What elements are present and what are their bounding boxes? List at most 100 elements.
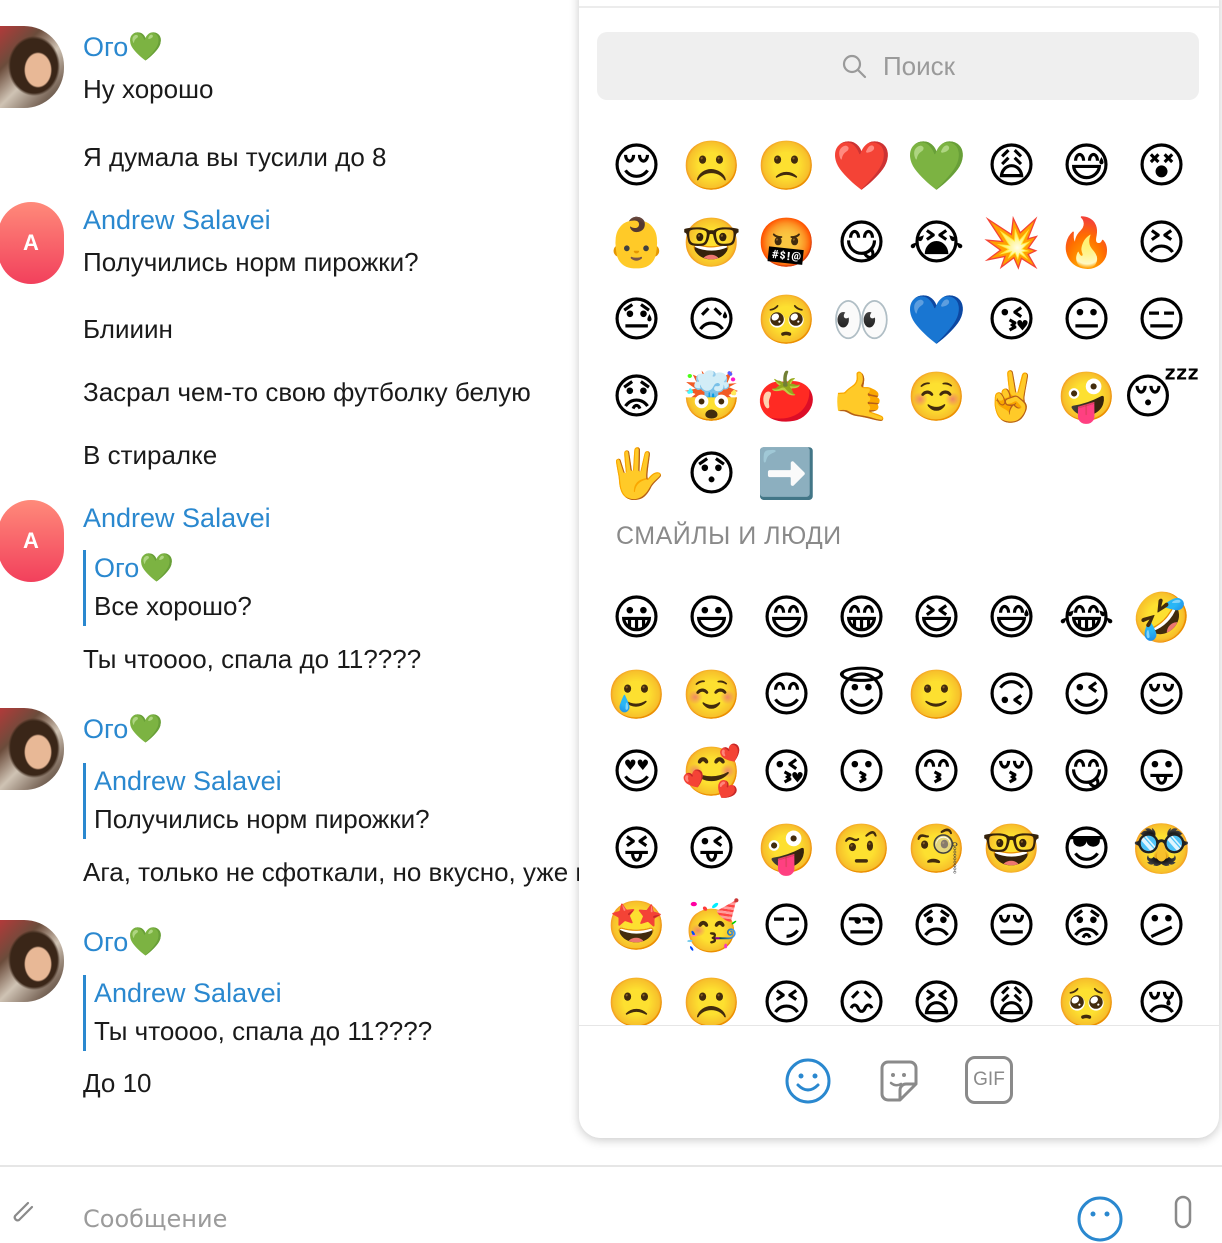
emoji-cell[interactable]: 😟 [1049, 887, 1124, 964]
sticker-tab-icon[interactable] [874, 1056, 924, 1106]
emoji-cell[interactable]: 😝 [599, 810, 674, 887]
emoji-cell[interactable]: 😉 [1049, 656, 1124, 733]
emoji-cell[interactable]: 🖐️ [599, 435, 674, 512]
emoji-cell[interactable]: 🥺 [749, 281, 824, 358]
emoji-cell[interactable]: 😘 [749, 733, 824, 810]
emoji-cell[interactable]: 😏 [749, 887, 824, 964]
emoji-cell[interactable]: 🍅 [749, 358, 824, 435]
sender-name[interactable]: Ого💚 [83, 712, 163, 745]
emoji-cell[interactable]: 💚 [899, 127, 974, 204]
emoji-cell[interactable]: ✌️ [974, 358, 1049, 435]
attach-icon[interactable] [6, 1197, 36, 1227]
emoji-cell[interactable]: 🤙 [824, 358, 899, 435]
emoji-cell[interactable]: 😭 [899, 204, 974, 281]
avatar[interactable] [0, 708, 64, 790]
emoji-cell[interactable]: 🤪 [1049, 358, 1124, 435]
emoji-cell[interactable]: 💥 [974, 204, 1049, 281]
emoji-cell[interactable]: 🤯 [674, 358, 749, 435]
emoji-cell[interactable]: 👀 [824, 281, 899, 358]
sender-name[interactable]: Andrew Salavei [83, 503, 271, 534]
emoji-cell[interactable]: 🤣 [1124, 579, 1199, 656]
emoji-cell[interactable]: 🥰 [674, 733, 749, 810]
emoji-cell[interactable]: 🙁 [599, 964, 674, 1026]
emoji-cell[interactable]: 😞 [899, 887, 974, 964]
emoji-cell[interactable]: 🤪 [749, 810, 824, 887]
emoji-toggle-icon[interactable] [1076, 1195, 1124, 1243]
emoji-cell[interactable]: 🤬 [749, 204, 824, 281]
emoji-cell[interactable]: 😅 [1049, 127, 1124, 204]
emoji-cell[interactable]: 😆 [899, 579, 974, 656]
emoji-cell[interactable]: 😂 [1049, 579, 1124, 656]
emoji-cell[interactable]: ❤️ [824, 127, 899, 204]
emoji-cell[interactable]: 🙂 [899, 656, 974, 733]
emoji-cell[interactable]: 😇 [824, 656, 899, 733]
sender-name[interactable]: Ого💚 [83, 30, 163, 63]
reply-quote[interactable]: Andrew Salavei Получились норм пирожки? [83, 763, 430, 839]
emoji-cell[interactable]: 😯 [674, 435, 749, 512]
emoji-search[interactable]: Поиск [597, 32, 1199, 100]
emoji-cell[interactable]: 😛 [1124, 733, 1199, 810]
emoji-cell[interactable]: 😍 [599, 733, 674, 810]
emoji-cell[interactable]: 💙 [899, 281, 974, 358]
emoji-cell[interactable]: ☹️ [674, 964, 749, 1026]
emoji-cell[interactable]: 😐 [1049, 281, 1124, 358]
emoji-cell[interactable]: 😜 [674, 810, 749, 887]
microphone-icon[interactable] [1166, 1193, 1200, 1233]
emoji-cell[interactable]: 🔥 [1049, 204, 1124, 281]
avatar[interactable]: A [0, 202, 64, 284]
chat-history[interactable]: Ого💚 Ну хорошо Я думала вы тусили до 8 A… [0, 0, 580, 1165]
emoji-cell[interactable]: 🤨 [824, 810, 899, 887]
emoji-cell[interactable]: 😙 [899, 733, 974, 810]
emoji-cell[interactable]: 😥 [674, 281, 749, 358]
emoji-cell[interactable]: 😗 [824, 733, 899, 810]
avatar[interactable] [0, 920, 64, 1002]
emoji-cell[interactable]: 😴 [1123, 358, 1200, 435]
sender-name[interactable]: Andrew Salavei [83, 205, 271, 236]
emoji-cell[interactable]: 😵 [1124, 127, 1199, 204]
emoji-cell[interactable]: 😟 [599, 358, 674, 435]
emoji-cell[interactable]: 😌 [1124, 656, 1199, 733]
emoji-cell[interactable]: ➡️ [749, 435, 824, 512]
emoji-cell[interactable]: 😒 [824, 887, 899, 964]
emoji-cell[interactable]: 😖 [824, 964, 899, 1026]
smileys-tab-icon[interactable] [783, 1056, 833, 1106]
emoji-cell[interactable]: 😋 [824, 204, 899, 281]
emoji-cell[interactable]: 😊 [749, 656, 824, 733]
avatar[interactable] [0, 26, 64, 108]
emoji-cell[interactable]: 👶 [599, 204, 674, 281]
emoji-cell[interactable]: 😃 [674, 579, 749, 656]
emoji-cell[interactable]: ☹️ [674, 127, 749, 204]
emoji-cell[interactable]: 😢 [1124, 964, 1199, 1026]
reply-quote[interactable]: Ого💚 Все хорошо? [83, 550, 252, 626]
emoji-cell[interactable]: 🥳 [674, 887, 749, 964]
emoji-cell[interactable]: 😓 [599, 281, 674, 358]
emoji-cell[interactable]: 🤓 [974, 810, 1049, 887]
emoji-cell[interactable]: 😌 [599, 127, 674, 204]
emoji-cell[interactable]: 😩 [974, 964, 1049, 1026]
emoji-cell[interactable]: 😕 [1124, 887, 1199, 964]
message-input[interactable]: Сообщение [83, 1205, 227, 1233]
emoji-cell[interactable]: 😩 [974, 127, 1049, 204]
emoji-cell[interactable]: 🥲 [599, 656, 674, 733]
emoji-cell[interactable]: ☺️ [899, 358, 974, 435]
emoji-cell[interactable]: 😅 [974, 579, 1049, 656]
emoji-cell[interactable]: 😑 [1124, 281, 1199, 358]
emoji-cell[interactable]: 😣 [749, 964, 824, 1026]
avatar[interactable]: A [0, 500, 64, 582]
emoji-cell[interactable]: 😔 [974, 887, 1049, 964]
gif-tab-icon[interactable]: GIF [965, 1056, 1013, 1104]
emoji-cell[interactable]: 🥸 [1124, 810, 1199, 887]
emoji-cell[interactable]: 😘 [974, 281, 1049, 358]
reply-quote[interactable]: Andrew Salavei Ты чтоооо, спала до 11???… [83, 975, 432, 1051]
emoji-cell[interactable]: 😣 [1124, 204, 1199, 281]
emoji-cell[interactable]: 😀 [599, 579, 674, 656]
emoji-cell[interactable]: 😁 [824, 579, 899, 656]
emoji-cell[interactable]: 😚 [974, 733, 1049, 810]
emoji-cell[interactable]: 😄 [749, 579, 824, 656]
emoji-cell[interactable]: 🙃 [974, 656, 1049, 733]
emoji-cell[interactable]: 🥺 [1049, 964, 1124, 1026]
emoji-cell[interactable]: ☺️ [674, 656, 749, 733]
sender-name[interactable]: Ого💚 [83, 925, 163, 958]
emoji-cell[interactable]: 🤩 [599, 887, 674, 964]
emoji-cell[interactable]: 😫 [899, 964, 974, 1026]
